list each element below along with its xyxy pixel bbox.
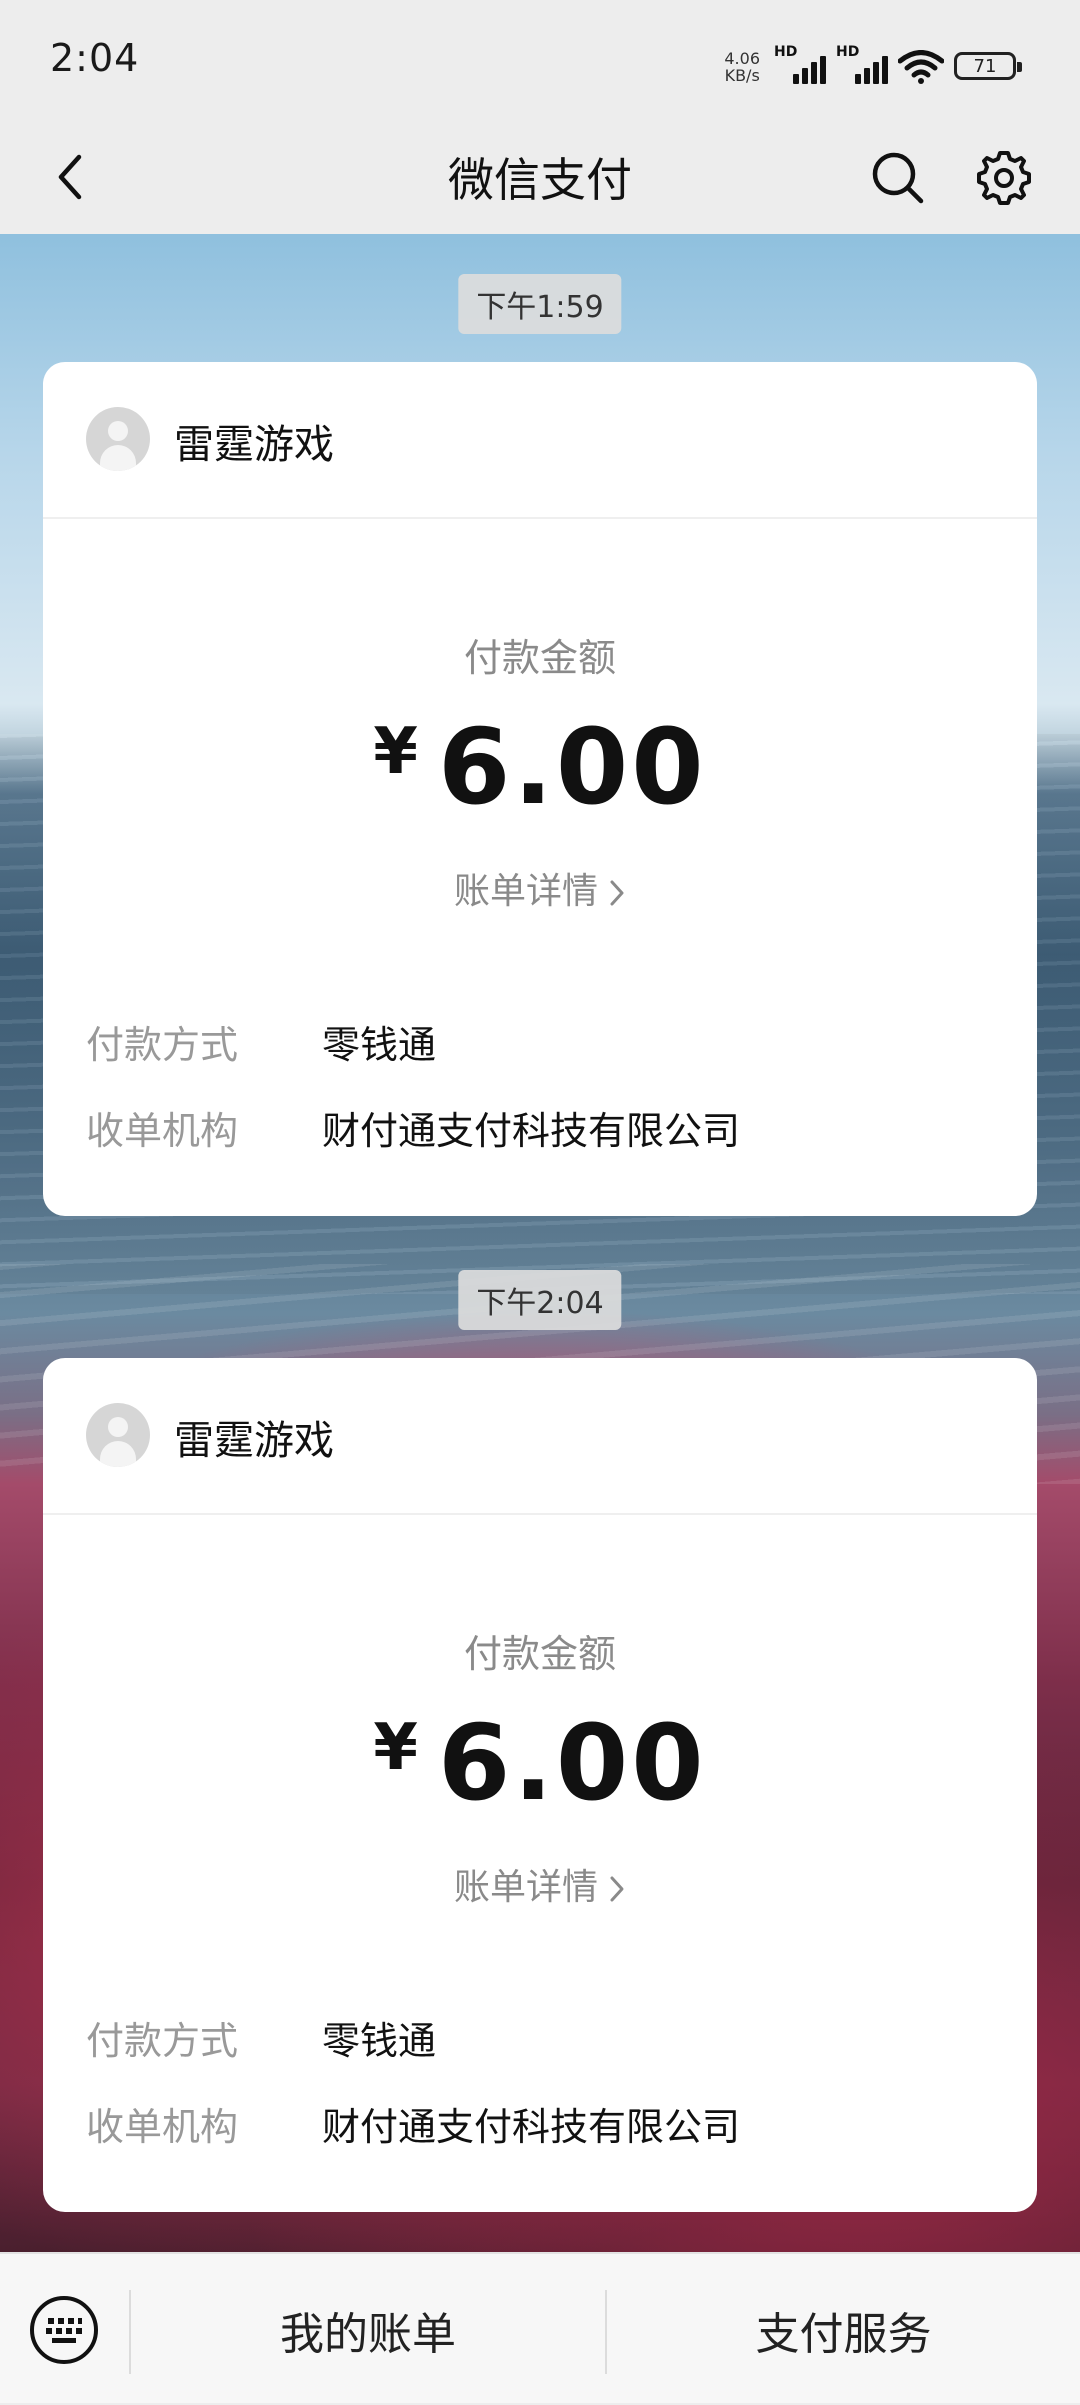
currency-symbol: ¥	[373, 1711, 418, 1785]
merchant-header[interactable]: 雷霆游戏	[43, 1358, 1037, 1515]
wifi-icon	[898, 50, 944, 84]
avatar	[86, 407, 150, 471]
network-speed-value: 4.06	[724, 49, 760, 68]
gear-icon	[977, 151, 1031, 205]
acquirer-value: 财付通支付科技有限公司	[322, 1109, 741, 1153]
amount-value: 6.00	[437, 706, 707, 828]
bottom-menu-bar: 我的账单 支付服务	[0, 2252, 1080, 2403]
chevron-right-icon	[610, 880, 624, 906]
amount-label: 付款金额	[463, 636, 616, 680]
nav-bar: 微信支付	[0, 120, 1080, 234]
payment-card[interactable]: 雷霆游戏 付款金额 ¥6.00 账单详情 付款方式 零钱通 收单机构 财付通支付科技…	[43, 362, 1037, 1216]
status-icons: 4.06 KB/s HD HD 71	[724, 40, 1022, 84]
payment-amount: ¥6.00	[43, 1703, 1037, 1823]
acquirer-label: 收单机构	[86, 1109, 239, 1153]
keyboard-icon	[30, 2296, 98, 2364]
keyboard-toggle-button[interactable]	[26, 2292, 102, 2368]
search-icon	[872, 152, 924, 204]
battery-level: 71	[973, 55, 997, 77]
payment-method-value: 零钱通	[322, 2019, 437, 2063]
payment-amount: ¥6.00	[43, 707, 1037, 827]
payment-method-value: 零钱通	[322, 1023, 437, 1067]
payment-method-row: 付款方式 零钱通	[86, 1014, 436, 1069]
battery-icon: 71	[954, 52, 1022, 80]
chevron-right-icon	[610, 1876, 624, 1902]
amount-label: 付款金额	[463, 1632, 616, 1676]
merchant-name: 雷霆游戏	[174, 422, 334, 468]
acquirer-row: 收单机构 财付通支付科技有限公司	[86, 2096, 740, 2151]
signal-icon: HD	[774, 44, 826, 84]
message-timestamp: 下午1:59	[458, 274, 622, 334]
currency-symbol: ¥	[373, 715, 418, 789]
message-timestamp: 下午2:04	[458, 1270, 622, 1330]
bill-detail-label: 账单详情	[453, 871, 598, 912]
signal-icon: HD	[836, 44, 888, 84]
payment-method-label: 付款方式	[86, 1023, 239, 1067]
payment-method-row: 付款方式 零钱通	[86, 2010, 436, 2065]
acquirer-row: 收单机构 财付通支付科技有限公司	[86, 1100, 740, 1155]
status-bar: 2:04 4.06 KB/s HD HD 71	[0, 0, 1080, 120]
amount-value: 6.00	[437, 1702, 707, 1824]
my-bills-button[interactable]: 我的账单	[131, 2254, 605, 2405]
status-time: 2:04	[50, 36, 140, 80]
bill-detail-link[interactable]: 账单详情	[43, 1858, 1037, 1910]
avatar	[86, 1403, 150, 1467]
bill-detail-label: 账单详情	[453, 1867, 598, 1908]
network-speed-unit: KB/s	[724, 66, 760, 85]
payment-services-button[interactable]: 支付服务	[607, 2254, 1080, 2405]
acquirer-value: 财付通支付科技有限公司	[322, 2105, 741, 2149]
settings-button[interactable]	[966, 140, 1042, 216]
merchant-header[interactable]: 雷霆游戏	[43, 362, 1037, 519]
payment-method-label: 付款方式	[86, 2019, 239, 2063]
acquirer-label: 收单机构	[86, 2105, 239, 2149]
merchant-name: 雷霆游戏	[174, 1418, 334, 1464]
payment-card[interactable]: 雷霆游戏 付款金额 ¥6.00 账单详情 付款方式 零钱通 收单机构 财付通支付科技…	[43, 1358, 1037, 2212]
network-speed: 4.06 KB/s	[724, 50, 760, 84]
bill-detail-link[interactable]: 账单详情	[43, 862, 1037, 914]
search-button[interactable]	[860, 140, 936, 216]
